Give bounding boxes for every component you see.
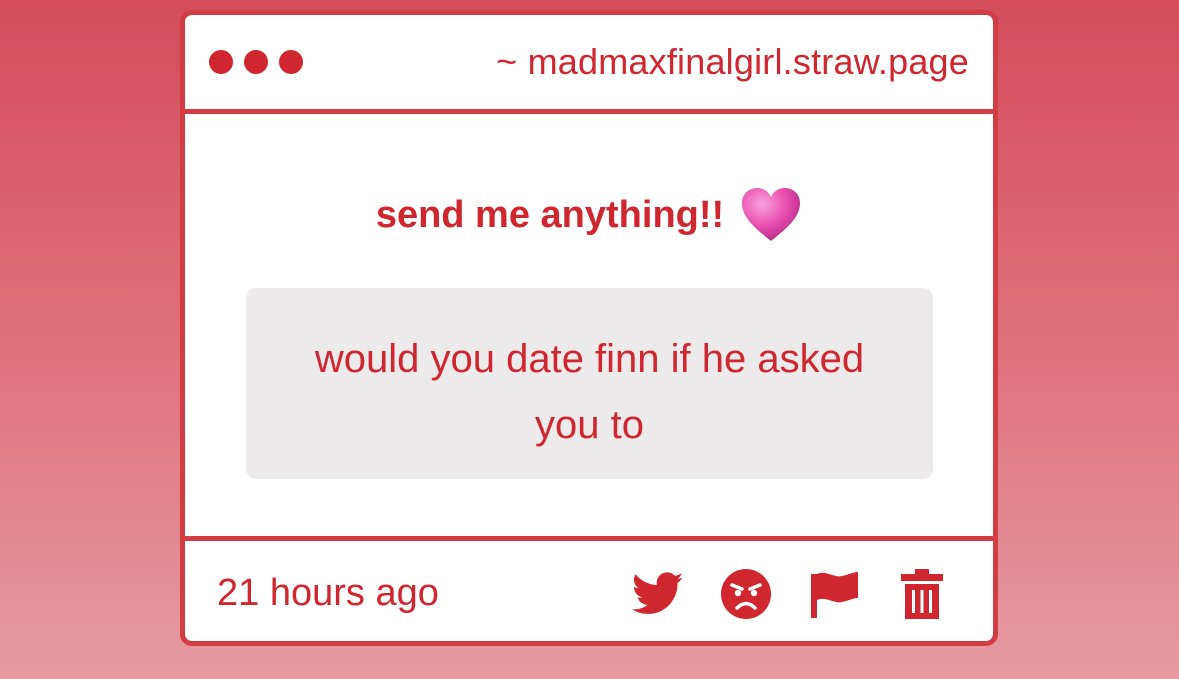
window-dot — [209, 50, 233, 74]
angry-face-icon — [720, 568, 772, 620]
window-dot — [279, 50, 303, 74]
action-bar — [631, 567, 949, 621]
trash-icon — [900, 568, 944, 620]
card-footer: 21 hours ago — [185, 541, 993, 641]
window-dot — [244, 50, 268, 74]
flag-icon — [808, 568, 860, 620]
message-text: would you date finn if he asked you to — [314, 337, 865, 447]
timestamp: 21 hours ago — [217, 572, 439, 614]
message-card: ~ madmaxfinalgirl.straw.page send me any… — [180, 10, 998, 646]
share-twitter-button[interactable] — [631, 567, 685, 621]
card-body: send me anything!! would you date finn i… — [185, 114, 993, 541]
window-dots — [209, 50, 303, 74]
title-bar: ~ madmaxfinalgirl.straw.page — [185, 15, 993, 114]
message-box: would you date finn if he asked you to — [246, 288, 933, 479]
pink-heart-icon — [740, 186, 802, 244]
block-button[interactable] — [719, 567, 773, 621]
report-button[interactable] — [807, 567, 861, 621]
site-url[interactable]: ~ madmaxfinalgirl.straw.page — [496, 41, 969, 83]
prompt-text: send me anything!! — [375, 193, 725, 236]
twitter-bird-icon — [632, 571, 684, 616]
prompt-heading: send me anything!! — [185, 186, 993, 244]
delete-button[interactable] — [895, 567, 949, 621]
